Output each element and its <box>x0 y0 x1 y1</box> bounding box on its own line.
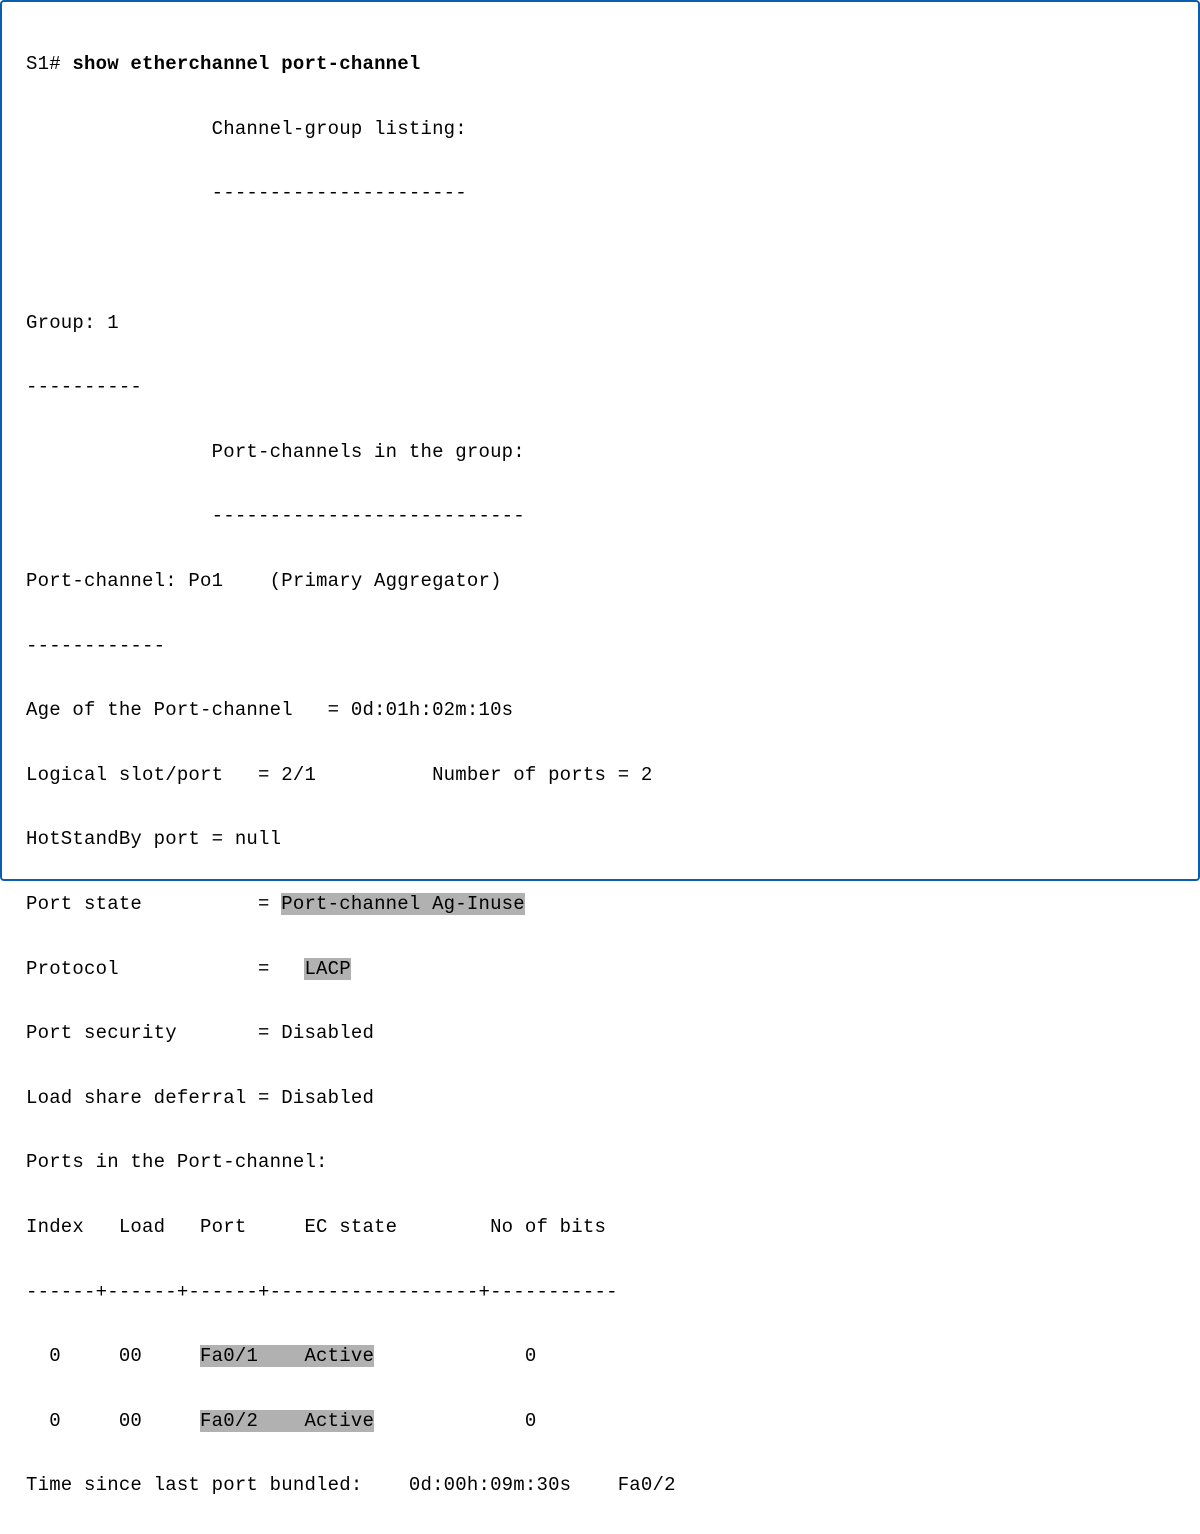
port-state-value: Port-channel Ag-Inuse <box>281 893 525 915</box>
row-bits: 0 <box>374 1410 536 1432</box>
cli-command: show etherchannel port-channel <box>72 53 420 75</box>
port-channel-underline: ------------ <box>26 630 1180 662</box>
command-line[interactable]: S1# show etherchannel port-channel <box>26 48 1180 80</box>
cli-prompt: S1# <box>26 53 72 75</box>
section-heading: Port-channels in the group: <box>26 436 1180 468</box>
hotstandby-line: HotStandBy port = null <box>26 823 1180 855</box>
table-row: 0 00 Fa0/1 Active 0 <box>26 1340 1180 1372</box>
protocol-line: Protocol = LACP <box>26 953 1180 985</box>
table-header: Index Load Port EC state No of bits <box>26 1211 1180 1243</box>
age-line: Age of the Port-channel = 0d:01h:02m:10s <box>26 694 1180 726</box>
terminal-output: S1# show etherchannel port-channel Chann… <box>0 0 1200 881</box>
row-bits: 0 <box>374 1345 536 1367</box>
row-index-load: 0 00 <box>26 1410 200 1432</box>
group-underline: ---------- <box>26 371 1180 403</box>
section-heading: Channel-group listing: <box>26 113 1180 145</box>
time-since-bundled: Time since last port bundled: 0d:00h:09m… <box>26 1469 1180 1501</box>
protocol-value: LACP <box>304 958 350 980</box>
table-underline: ------+------+------+------------------+… <box>26 1276 1180 1308</box>
row-index-load: 0 00 <box>26 1345 200 1367</box>
row-port-state: Fa0/1 Active <box>200 1345 374 1367</box>
group-line: Group: 1 <box>26 307 1180 339</box>
port-security-line: Port security = Disabled <box>26 1017 1180 1049</box>
port-channel-line: Port-channel: Po1 (Primary Aggregator) <box>26 565 1180 597</box>
row-port-state: Fa0/2 Active <box>200 1410 374 1432</box>
port-state-line: Port state = Port-channel Ag-Inuse <box>26 888 1180 920</box>
section-underline: --------------------------- <box>26 500 1180 532</box>
table-row: 0 00 Fa0/2 Active 0 <box>26 1405 1180 1437</box>
load-share-line: Load share deferral = Disabled <box>26 1082 1180 1114</box>
ports-in-pc-line: Ports in the Port-channel: <box>26 1146 1180 1178</box>
logical-slot-line: Logical slot/port = 2/1 Number of ports … <box>26 759 1180 791</box>
blank-line <box>26 242 1180 274</box>
port-state-label: Port state = <box>26 893 281 915</box>
section-underline: ---------------------- <box>26 177 1180 209</box>
protocol-label: Protocol = <box>26 958 304 980</box>
